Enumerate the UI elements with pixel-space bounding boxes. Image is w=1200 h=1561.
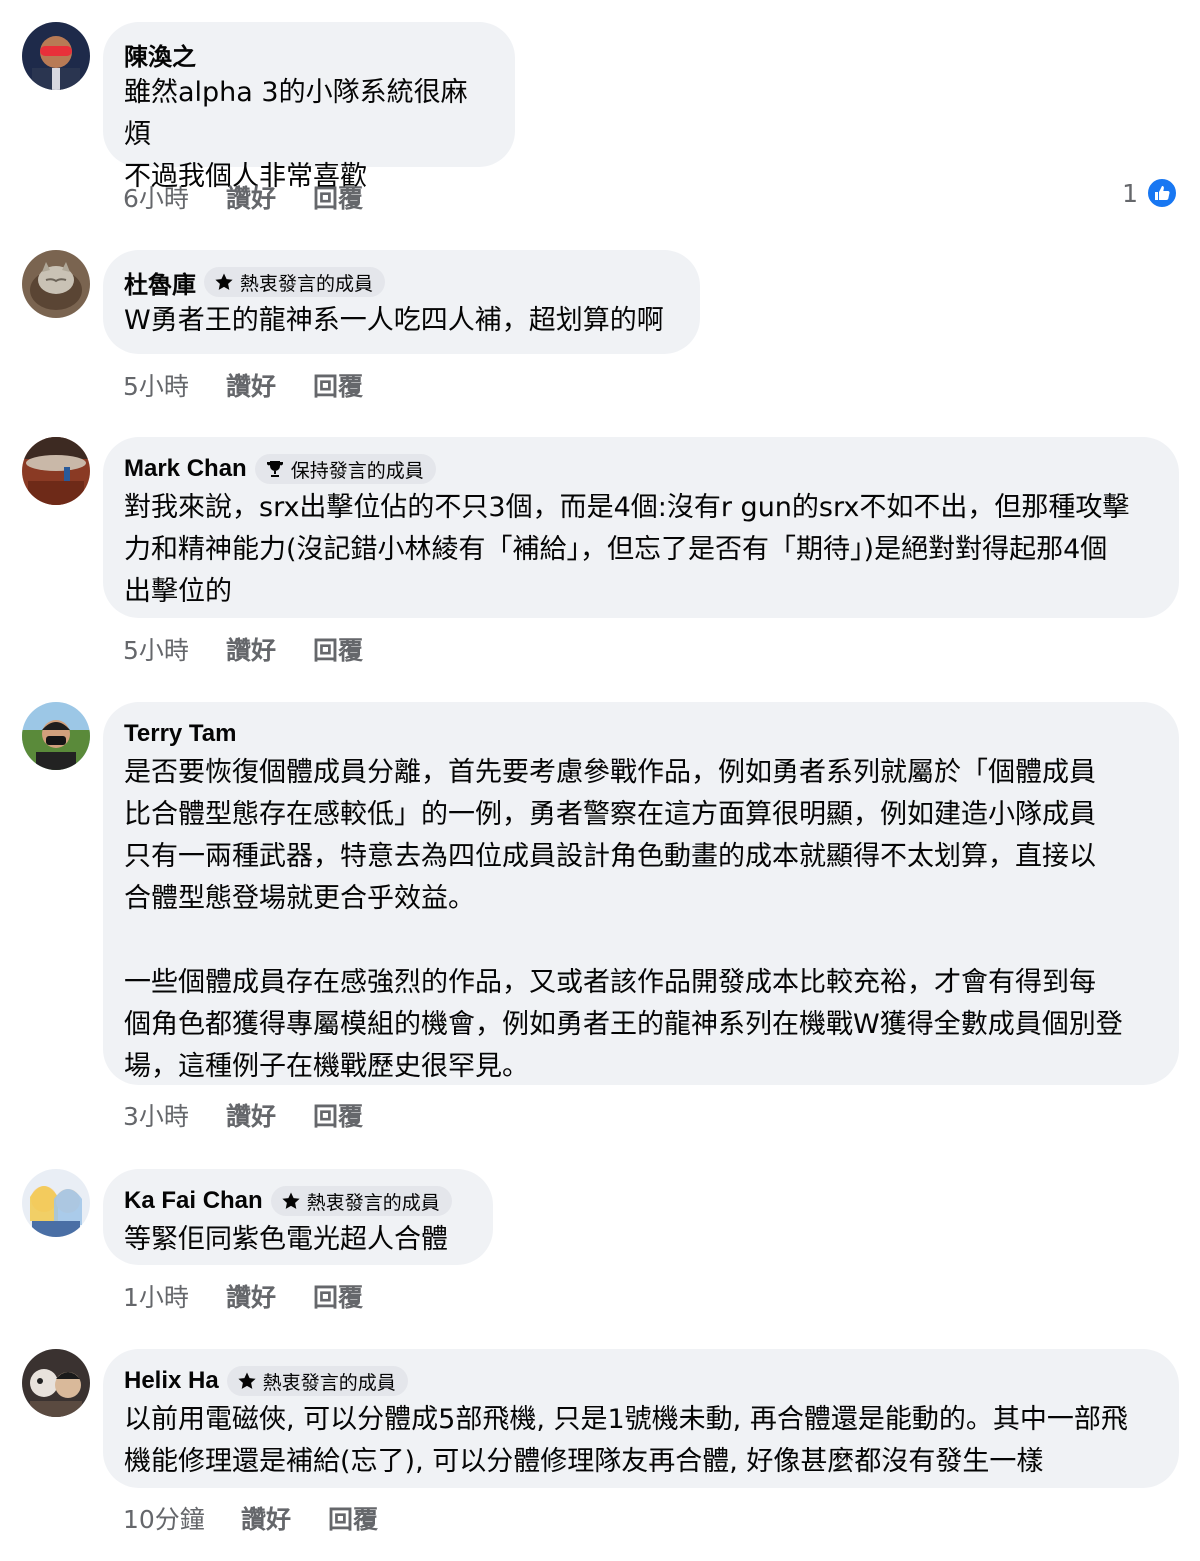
comment-author[interactable]: Helix Ha <box>124 1367 219 1395</box>
comment-actions: 1小時 讚好 回覆 <box>123 1276 363 1316</box>
avatar[interactable] <box>22 250 90 318</box>
comment-actions: 5小時 讚好 回覆 <box>123 365 363 405</box>
comment-text: 等緊佢同紫色電光超人合體 <box>124 1224 448 1255</box>
reply-button[interactable]: 回覆 <box>313 631 363 667</box>
avatar[interactable] <box>22 1169 90 1237</box>
comment-text: 對我來說，srx出擊位佔的不只3個，而是4個:沒有r gun的srx不如不出，但… <box>124 492 1130 607</box>
reply-button[interactable]: 回覆 <box>313 1097 363 1133</box>
member-badge-label: 熱衷發言的成員 <box>306 1191 440 1214</box>
reply-button[interactable]: 回覆 <box>313 179 363 215</box>
comment-timestamp[interactable]: 3小時 <box>123 1097 226 1133</box>
comment-author[interactable]: Terry Tam <box>124 720 237 748</box>
like-button[interactable]: 讚好 <box>226 631 313 667</box>
comment-bubble: Ka Fai Chan 熱衷發言的成員 等緊佢同紫色電光超人合體 <box>103 1169 493 1265</box>
comment-bubble: Terry Tam 是否要恢復個體成員分離，首先要考慮參戰作品，例如勇者系列就屬… <box>103 702 1179 1085</box>
star-icon <box>282 1192 300 1209</box>
like-button[interactable]: 讚好 <box>226 1278 313 1314</box>
comment-bubble: 陳渙之 雖然alpha 3的小隊系統很麻煩 不過我個人非常喜歡 <box>103 22 515 192</box>
like-thumbs-up-icon <box>1146 177 1178 209</box>
comment-text: W勇者王的龍神系一人吃四人補，超划算的啊 <box>124 305 664 336</box>
avatar[interactable] <box>22 1349 90 1417</box>
star-icon <box>238 1372 256 1389</box>
comment-author[interactable]: 杜魯庫 <box>124 265 196 300</box>
comment-timestamp[interactable]: 5小時 <box>123 631 226 667</box>
member-badge[interactable]: 保持發言的成員 <box>254 454 436 484</box>
comment-bubble: Mark Chan 保持發言的成員 對我來說，srx出擊位佔的不只3個，而是4個… <box>103 437 1179 618</box>
comment-author[interactable]: Mark Chan <box>124 455 247 483</box>
comment-timestamp[interactable]: 10分鐘 <box>123 1500 241 1536</box>
star-icon <box>215 273 233 290</box>
member-badge[interactable]: 熱衷發言的成員 <box>226 1366 408 1396</box>
trophy-icon <box>266 461 283 477</box>
member-badge-label: 熱衷發言的成員 <box>240 272 374 295</box>
comment-actions: 3小時 讚好 回覆 <box>123 1095 363 1135</box>
avatar[interactable] <box>22 22 90 90</box>
comment-author[interactable]: Ka Fai Chan <box>124 1187 263 1215</box>
like-button[interactable]: 讚好 <box>226 179 313 215</box>
member-badge[interactable]: 熱衷發言的成員 <box>270 1186 452 1216</box>
comment-timestamp[interactable]: 1小時 <box>123 1278 226 1314</box>
comment-bubble: 杜魯庫 熱衷發言的成員 W勇者王的龍神系一人吃四人補，超划算的啊 <box>103 250 700 354</box>
member-badge-label: 保持發言的成員 <box>290 459 424 482</box>
like-button[interactable]: 讚好 <box>226 1097 313 1133</box>
member-badge-label: 熱衷發言的成員 <box>262 1371 396 1394</box>
comment-timestamp[interactable]: 6小時 <box>123 179 226 215</box>
reply-button[interactable]: 回覆 <box>328 1500 378 1536</box>
comment-actions: 5小時 讚好 回覆 <box>123 629 363 669</box>
avatar[interactable] <box>22 437 90 505</box>
like-button[interactable]: 讚好 <box>226 367 313 403</box>
comment-timestamp[interactable]: 5小時 <box>123 367 226 403</box>
avatar[interactable] <box>22 702 90 770</box>
comment-author[interactable]: 陳渙之 <box>124 37 196 72</box>
reaction-count-number: 1 <box>1122 178 1138 208</box>
reply-button[interactable]: 回覆 <box>313 367 363 403</box>
like-button[interactable]: 讚好 <box>241 1500 328 1536</box>
reply-button[interactable]: 回覆 <box>313 1278 363 1314</box>
comment-bubble: Helix Ha 熱衷發言的成員 以前用電磁俠, 可以分體成5部飛機, 只是1號… <box>103 1349 1179 1488</box>
comment-text: 是否要恢復個體成員分離，首先要考慮參戰作品，例如勇者系列就屬於「個體成員 比合體… <box>124 757 1123 1082</box>
reaction-count[interactable]: 1 <box>1122 177 1178 209</box>
comment-actions: 6小時 讚好 回覆 <box>123 177 363 217</box>
member-badge[interactable]: 熱衷發言的成員 <box>204 267 386 297</box>
comment-actions: 10分鐘 讚好 回覆 <box>123 1498 378 1538</box>
comment-text: 以前用電磁俠, 可以分體成5部飛機, 只是1號機未動, 再合體還是能動的。其中一… <box>124 1404 1128 1477</box>
